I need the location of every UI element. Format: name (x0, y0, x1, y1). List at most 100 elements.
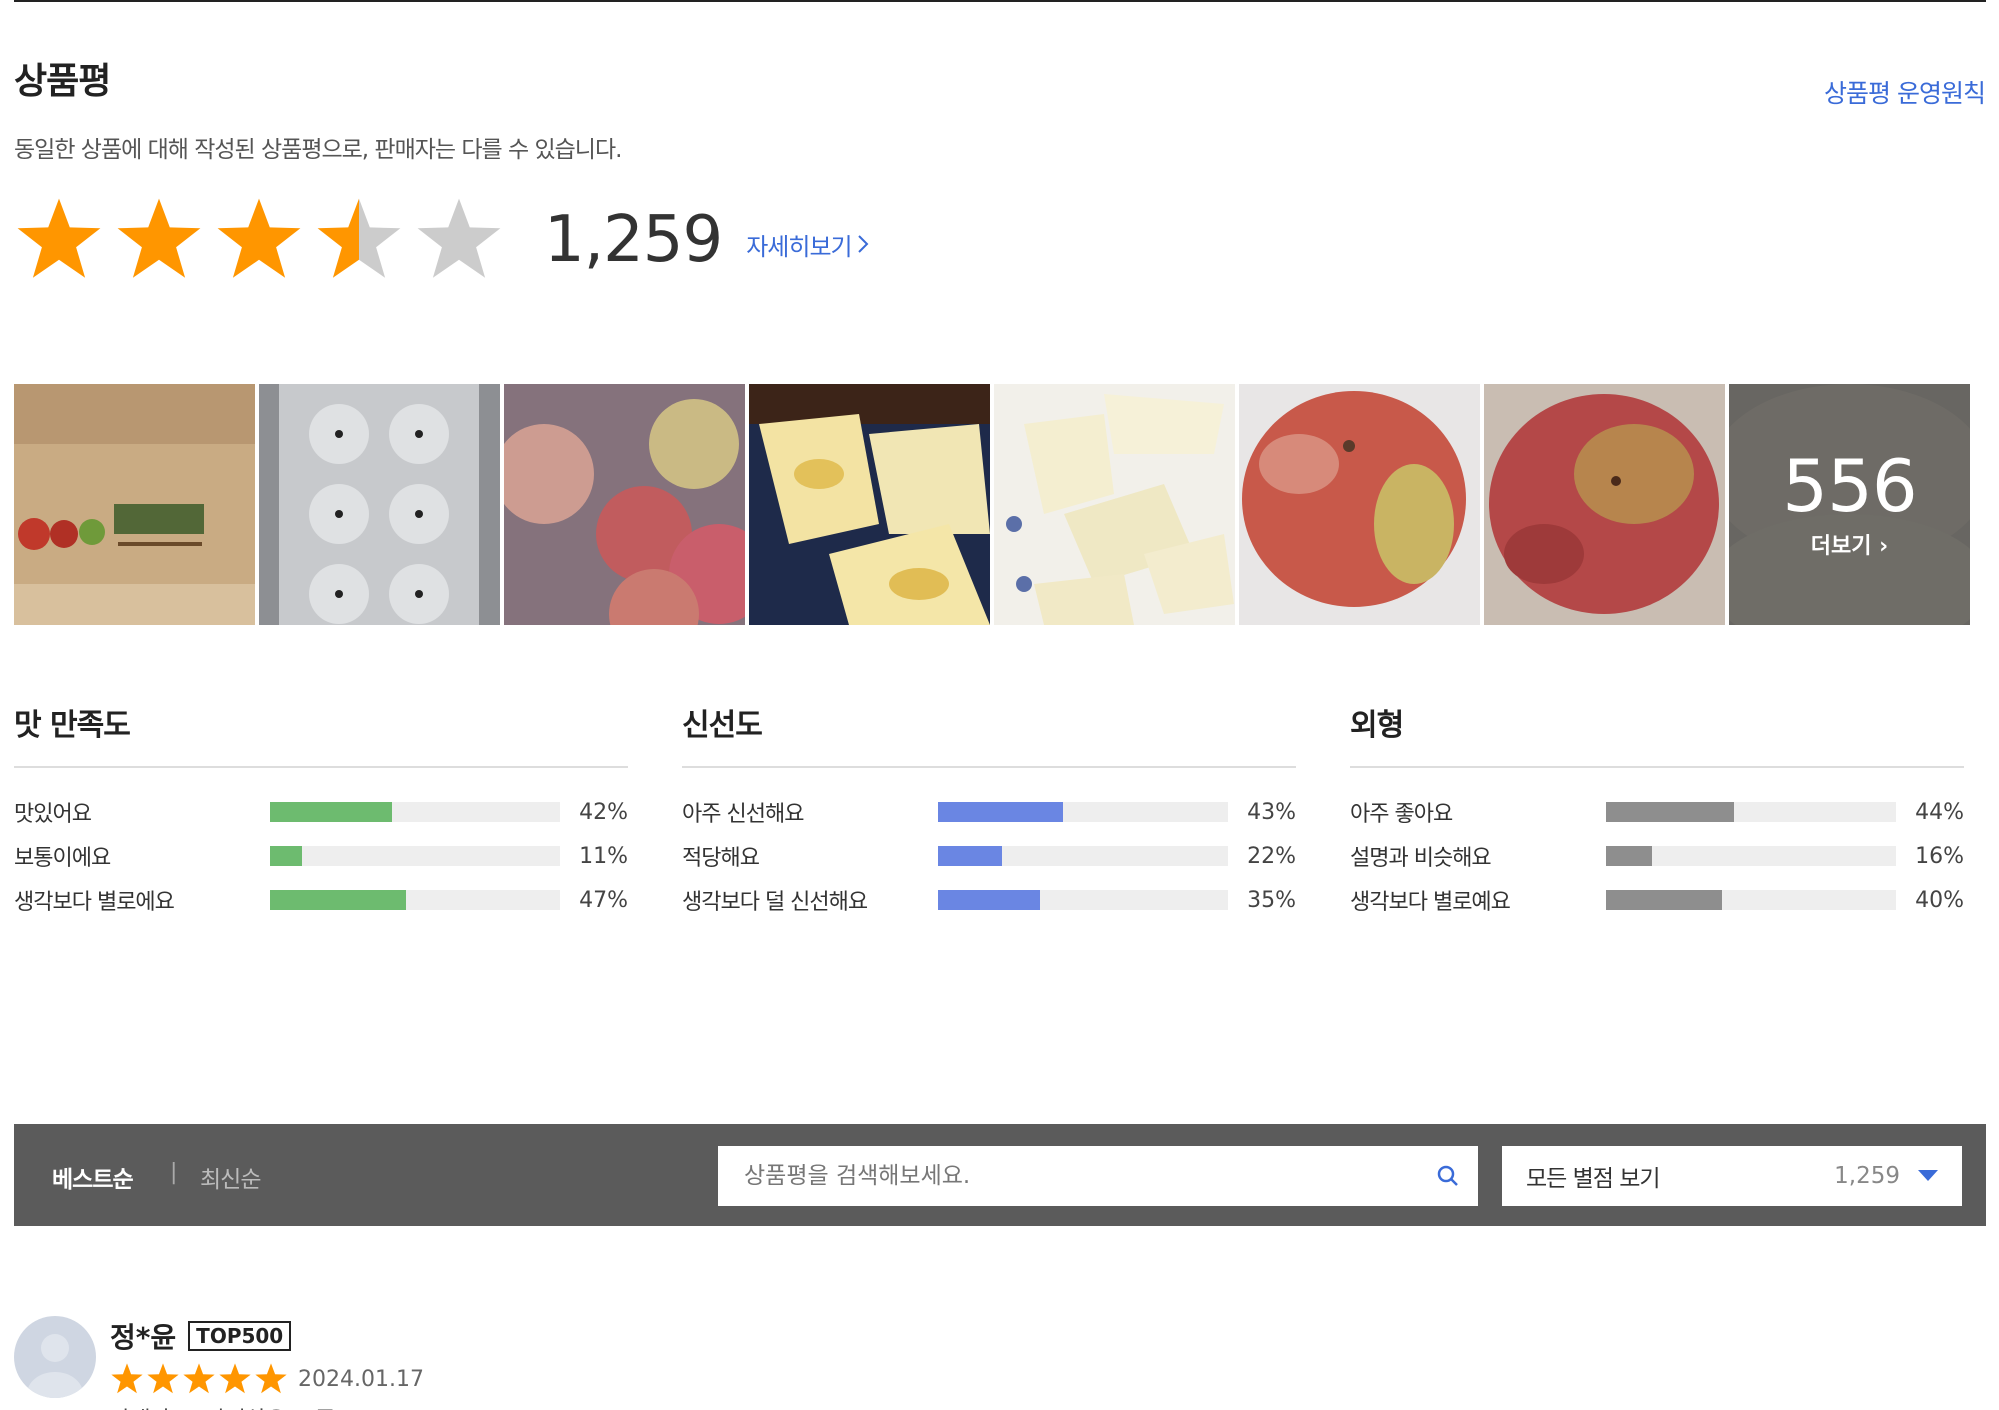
page-subtitle: 동일한 상품에 대해 작성된 상품평으로, 판매자는 다를 수 있습니다. (14, 137, 622, 163)
metric-row: 생각보다 별로에요 47% (14, 878, 628, 922)
photo-apple-2-image (1484, 384, 1725, 625)
sort-best-tab[interactable]: 베스트순 (52, 1160, 134, 1194)
metric-bar-fill (938, 846, 1002, 866)
metric-percent: 22% (1247, 843, 1296, 869)
metric-percent: 44% (1915, 799, 1964, 825)
metric-percent: 16% (1915, 843, 1964, 869)
metric-row: 보통이에요 11% (14, 834, 628, 878)
metric-bar-fill (270, 890, 407, 910)
page-title: 상품평 (14, 61, 111, 102)
review-search-input[interactable] (718, 1146, 1418, 1206)
star-icon (17, 198, 101, 278)
metric-label: 설명과 비슷해요 (1350, 846, 1492, 871)
reviewer-badge: TOP500 (188, 1321, 292, 1351)
rating-summary: 1,259 자세히보기 (14, 192, 870, 288)
metric-label: 생각보다 덜 신선해요 (682, 890, 868, 915)
metric-title: 외형 (1350, 700, 1964, 768)
star-filter-count: 1,259 (1834, 1163, 1900, 1189)
star-icon (183, 1363, 215, 1394)
metric-bar-fill (1606, 890, 1722, 910)
star-icon (317, 198, 401, 278)
more-photos-label: 더보기 › (1810, 533, 1889, 559)
metric-bar-track (938, 846, 1228, 866)
metric-percent: 42% (579, 799, 628, 825)
metric-bar-fill (938, 802, 1063, 822)
review-item: 정*윤 TOP500 2024.01.17 판매자: 프라이상우오(주) (14, 1316, 424, 1410)
metric-group: 신선도아주 신선해요 43% 적당해요 22% 생각보다 덜 신선해요 35% (682, 700, 1296, 922)
metric-bar-fill (938, 890, 1040, 910)
review-photo-apple-2[interactable] (1484, 384, 1725, 625)
reviewer-avatar (14, 1316, 96, 1398)
metric-label: 보통이에요 (14, 846, 111, 871)
star-filter-label: 모든 별점 보기 (1526, 1166, 1661, 1192)
review-seller: 판매자: 프라이상우오(주) (110, 1402, 424, 1410)
photo-slices-image (994, 384, 1235, 625)
metric-row: 적당해요 22% (682, 834, 1296, 878)
caret-down-icon (1918, 1170, 1938, 1181)
star-icon (147, 1363, 179, 1394)
metric-label: 아주 신선해요 (682, 802, 804, 827)
star-icon (117, 198, 201, 278)
metric-title: 신선도 (682, 700, 1296, 768)
review-photo-bag[interactable] (504, 384, 745, 625)
search-icon[interactable] (1418, 1146, 1478, 1206)
rating-detail-label: 자세히보기 (746, 232, 852, 261)
metric-row: 맛있어요 42% (14, 790, 628, 834)
metric-bar-track (1606, 890, 1896, 910)
rating-detail-link[interactable]: 자세히보기 (746, 227, 869, 262)
metric-row: 생각보다 덜 신선해요 35% (682, 878, 1296, 922)
metric-row: 설명과 비슷해요 16% (1350, 834, 1964, 878)
sort-newest-tab[interactable]: 최신순 (200, 1160, 261, 1194)
review-photo-slices[interactable] (994, 384, 1235, 625)
chevron-right-icon (857, 235, 869, 253)
metric-bar-track (1606, 846, 1896, 866)
metric-bar-track (1606, 802, 1896, 822)
star-icon (255, 1363, 287, 1394)
metric-label: 생각보다 별로에요 (14, 890, 175, 915)
metric-row: 생각보다 별로예요 40% (1350, 878, 1964, 922)
review-photo-box[interactable] (14, 384, 255, 625)
review-photo-apple-1[interactable] (1239, 384, 1480, 625)
metric-title: 맛 만족도 (14, 700, 628, 768)
review-search-box (718, 1146, 1478, 1206)
photo-bag-image (504, 384, 745, 625)
photo-box-image (14, 384, 255, 625)
photo-peeled-image (749, 384, 990, 625)
review-photo-strip: 556 더보기 › (14, 384, 1970, 625)
metric-label: 적당해요 (682, 846, 760, 871)
rating-metrics: 맛 만족도맛있어요 42% 보통이에요 11% 생각보다 별로에요 47% 신선도아주 신선… (14, 700, 1964, 922)
metric-label: 맛있어요 (14, 802, 92, 827)
metric-row: 아주 신선해요 43% (682, 790, 1296, 834)
star-icon (111, 1363, 143, 1394)
star-icon (219, 1363, 251, 1394)
more-photos-count: 556 (1782, 443, 1917, 528)
star-filter-select[interactable]: 모든 별점 보기 1,259 (1502, 1146, 1962, 1206)
review-date: 2024.01.17 (298, 1366, 424, 1392)
star-icon (217, 198, 301, 278)
sort-separator: | (170, 1160, 178, 1185)
rating-count: 1,259 (544, 203, 723, 277)
metric-bar-fill (270, 802, 392, 822)
review-stars (110, 1362, 288, 1396)
metric-label: 아주 좋아요 (1350, 802, 1453, 827)
metric-group: 맛 만족도맛있어요 42% 보통이에요 11% 생각보다 별로에요 47% (14, 700, 628, 922)
metric-bar-fill (270, 846, 302, 866)
metric-bar-fill (1606, 802, 1734, 822)
metric-bar-track (270, 846, 560, 866)
review-photo-peeled[interactable] (749, 384, 990, 625)
star-icon (417, 198, 501, 278)
review-photo-tray[interactable] (259, 384, 500, 625)
metric-percent: 47% (579, 887, 628, 913)
metric-label: 생각보다 별로예요 (1350, 890, 1511, 915)
metric-bar-fill (1606, 846, 1653, 866)
review-toolbar: 베스트순 | 최신순 모든 별점 보기 1,259 (14, 1124, 1986, 1226)
more-photos-overlay: 556 더보기 › (1729, 384, 1970, 625)
review-policy-link[interactable]: 상품평 운영원칙 (1824, 74, 1986, 110)
photo-apple-1-image (1239, 384, 1480, 625)
photo-tray-image (259, 384, 500, 625)
metric-percent: 40% (1915, 887, 1964, 913)
metric-row: 아주 좋아요 44% (1350, 790, 1964, 834)
review-photo-more[interactable]: 556 더보기 › (1729, 384, 1970, 625)
metric-bar-track (938, 890, 1228, 910)
metric-group: 외형아주 좋아요 44% 설명과 비슷해요 16% 생각보다 별로예요 40% (1350, 700, 1964, 922)
